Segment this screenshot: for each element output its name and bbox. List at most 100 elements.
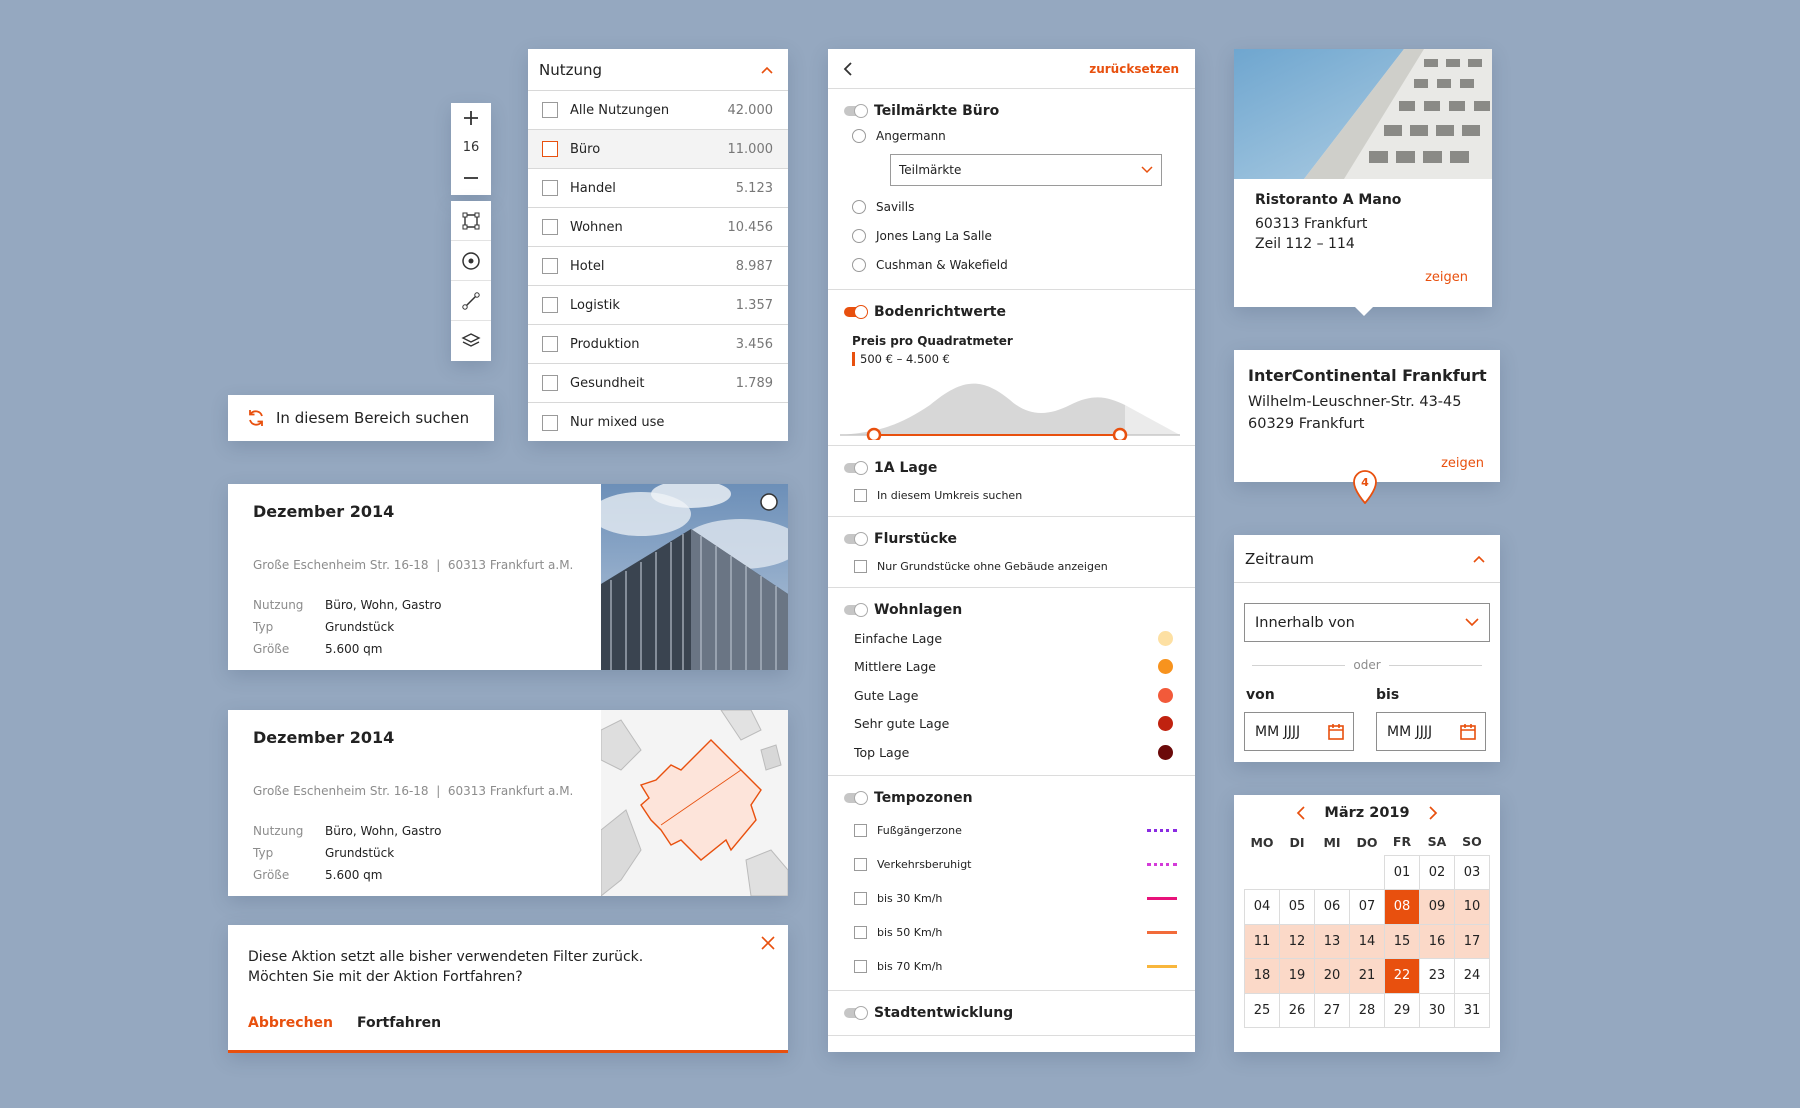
checkbox[interactable] bbox=[542, 180, 558, 196]
poi-card-hotel[interactable]: InterContinental Frankfurt Wilhelm-Leusc… bbox=[1234, 350, 1500, 482]
to-date-input[interactable]: MM JJJJ bbox=[1376, 712, 1486, 751]
poi-show-link[interactable]: zeigen bbox=[1441, 456, 1484, 471]
calendar-day[interactable]: 23 bbox=[1419, 958, 1455, 994]
calendar-icon[interactable] bbox=[1327, 723, 1345, 741]
calendar-day[interactable]: 20 bbox=[1314, 958, 1350, 994]
checkbox[interactable] bbox=[542, 219, 558, 235]
property-card[interactable]: Dezember 2014 Große Eschenheim Str. 16-1… bbox=[228, 710, 788, 896]
nutzung-item-handel[interactable]: Handel 5.123 bbox=[528, 169, 788, 208]
back-chevron-icon[interactable] bbox=[842, 61, 854, 76]
teilmaerkte-select[interactable]: Teilmärkte bbox=[890, 154, 1162, 186]
radio-cushman[interactable]: Cushman & Wakefield bbox=[844, 250, 1179, 279]
nutzung-item-mixed-use[interactable]: Nur mixed use bbox=[528, 403, 788, 442]
nutzung-item-produktion[interactable]: Produktion 3.456 bbox=[528, 325, 788, 364]
calendar-day[interactable]: 17 bbox=[1454, 923, 1490, 959]
close-button[interactable] bbox=[760, 935, 776, 955]
layers-button[interactable] bbox=[451, 321, 491, 361]
checkbox[interactable] bbox=[542, 336, 558, 352]
calendar-day[interactable]: 26 bbox=[1279, 992, 1315, 1028]
nutzung-item-alle[interactable]: Alle Nutzungen 42.000 bbox=[528, 91, 788, 130]
calendar-day[interactable]: 05 bbox=[1279, 889, 1315, 925]
wohnlage-item[interactable]: Gute Lage bbox=[844, 681, 1179, 710]
checkbox[interactable] bbox=[854, 926, 867, 939]
poi-show-link[interactable]: zeigen bbox=[1425, 270, 1468, 285]
calendar-day[interactable]: 01 bbox=[1384, 854, 1420, 890]
wohnlage-item[interactable]: Top Lage bbox=[844, 738, 1179, 767]
calendar-day[interactable]: 04 bbox=[1244, 889, 1280, 925]
calendar-day[interactable]: 14 bbox=[1349, 923, 1385, 959]
toggle-1a-lage[interactable] bbox=[844, 461, 868, 475]
draw-circle-button[interactable] bbox=[451, 241, 491, 281]
checkbox[interactable] bbox=[542, 414, 558, 431]
chevron-right-icon[interactable] bbox=[1428, 806, 1438, 820]
checkbox[interactable] bbox=[542, 375, 558, 391]
calendar-day[interactable]: 27 bbox=[1314, 992, 1350, 1028]
checkbox[interactable] bbox=[854, 858, 867, 871]
calendar-day[interactable]: 02 bbox=[1419, 854, 1455, 890]
calendar-day[interactable]: 13 bbox=[1314, 923, 1350, 959]
reset-button[interactable]: zurücksetzen bbox=[1089, 62, 1179, 76]
calendar-day[interactable]: 06 bbox=[1314, 889, 1350, 925]
calendar-day[interactable]: 22 bbox=[1384, 958, 1420, 994]
calendar-day[interactable]: 24 bbox=[1454, 958, 1490, 994]
checkbox[interactable] bbox=[854, 960, 867, 973]
cancel-button[interactable]: Abbrechen bbox=[248, 1015, 333, 1031]
nutzung-item-wohnen[interactable]: Wohnen 10.456 bbox=[528, 208, 788, 247]
poi-card-restaurant[interactable]: Ristoranto A Mano 60313 Frankfurt Zeil 1… bbox=[1234, 49, 1492, 316]
toggle-stadtentwicklung[interactable] bbox=[844, 1005, 868, 1020]
tempozone-item[interactable]: bis 30 Km/h bbox=[844, 882, 1179, 916]
calendar-day[interactable]: 09 bbox=[1419, 889, 1455, 925]
radio-angermann[interactable]: Angermann bbox=[844, 121, 1179, 150]
calendar-day[interactable]: 12 bbox=[1279, 923, 1315, 959]
checkbox[interactable] bbox=[854, 892, 867, 905]
toggle-tempozonen[interactable] bbox=[844, 790, 868, 805]
wohnlage-item[interactable]: Sehr gute Lage bbox=[844, 710, 1179, 739]
toggle-wohnlagen[interactable] bbox=[844, 603, 868, 617]
checkbox[interactable] bbox=[542, 102, 558, 118]
checkbox-umkreis[interactable]: In diesem Umkreis suchen bbox=[844, 484, 1179, 506]
calendar-day[interactable]: 08 bbox=[1384, 889, 1420, 925]
zoom-out-button[interactable] bbox=[451, 163, 491, 193]
wohnlage-item[interactable]: Einfache Lage bbox=[844, 624, 1179, 653]
proceed-button[interactable]: Fortfahren bbox=[357, 1015, 441, 1031]
zeitraum-header[interactable]: Zeitraum bbox=[1234, 535, 1500, 583]
toggle-flurstuecke[interactable] bbox=[844, 532, 868, 546]
calendar-day[interactable]: 07 bbox=[1349, 889, 1385, 925]
checkbox[interactable] bbox=[542, 297, 558, 313]
calendar-day[interactable]: 03 bbox=[1454, 854, 1490, 890]
nutzung-item-gesundheit[interactable]: Gesundheit 1.789 bbox=[528, 364, 788, 403]
toggle-teilmaerkte[interactable] bbox=[844, 104, 868, 118]
calendar-day[interactable]: 31 bbox=[1454, 992, 1490, 1028]
search-this-area-button[interactable]: In diesem Bereich suchen bbox=[228, 395, 494, 441]
price-distribution-slider[interactable] bbox=[840, 370, 1180, 440]
calendar-day[interactable]: 15 bbox=[1384, 923, 1420, 959]
zoom-in-button[interactable] bbox=[451, 103, 491, 133]
nutzung-item-buero[interactable]: Büro 11.000 bbox=[528, 130, 788, 169]
calendar-day[interactable]: 25 bbox=[1244, 992, 1280, 1028]
calendar-icon[interactable] bbox=[1459, 723, 1477, 741]
calendar-day[interactable]: 10 bbox=[1454, 889, 1490, 925]
map-pin[interactable]: 4 bbox=[1352, 470, 1378, 508]
radio-savills[interactable]: Savills bbox=[844, 192, 1179, 221]
calendar-day[interactable]: 16 bbox=[1419, 923, 1455, 959]
measure-line-button[interactable] bbox=[451, 281, 491, 321]
wohnlage-item[interactable]: Mittlere Lage bbox=[844, 653, 1179, 682]
checkbox[interactable] bbox=[854, 824, 867, 837]
checkbox-ohne-gebaeude[interactable]: Nur Grundstücke ohne Gebäude anzeigen bbox=[844, 555, 1179, 577]
calendar-day[interactable]: 29 bbox=[1384, 992, 1420, 1028]
tempozone-item[interactable]: bis 50 Km/h bbox=[844, 916, 1179, 950]
radio-jll[interactable]: Jones Lang La Salle bbox=[844, 221, 1179, 250]
calendar-day[interactable]: 19 bbox=[1279, 958, 1315, 994]
calendar-day[interactable]: 28 bbox=[1349, 992, 1385, 1028]
calendar-day[interactable]: 11 bbox=[1244, 923, 1280, 959]
tempozone-item[interactable]: Fußgängerzone bbox=[844, 814, 1179, 848]
calendar-day[interactable]: 18 bbox=[1244, 958, 1280, 994]
draw-polygon-button[interactable] bbox=[451, 201, 491, 241]
chevron-left-icon[interactable] bbox=[1296, 806, 1306, 820]
slider-max-handle[interactable] bbox=[1112, 427, 1128, 440]
tempozone-item[interactable]: Verkehrsberuhigt bbox=[844, 848, 1179, 882]
property-card[interactable]: Dezember 2014 Große Eschenheim Str. 16-1… bbox=[228, 484, 788, 670]
nutzung-header[interactable]: Nutzung bbox=[528, 49, 788, 91]
calendar-day[interactable]: 21 bbox=[1349, 958, 1385, 994]
zeitraum-select[interactable]: Innerhalb von bbox=[1244, 603, 1490, 642]
